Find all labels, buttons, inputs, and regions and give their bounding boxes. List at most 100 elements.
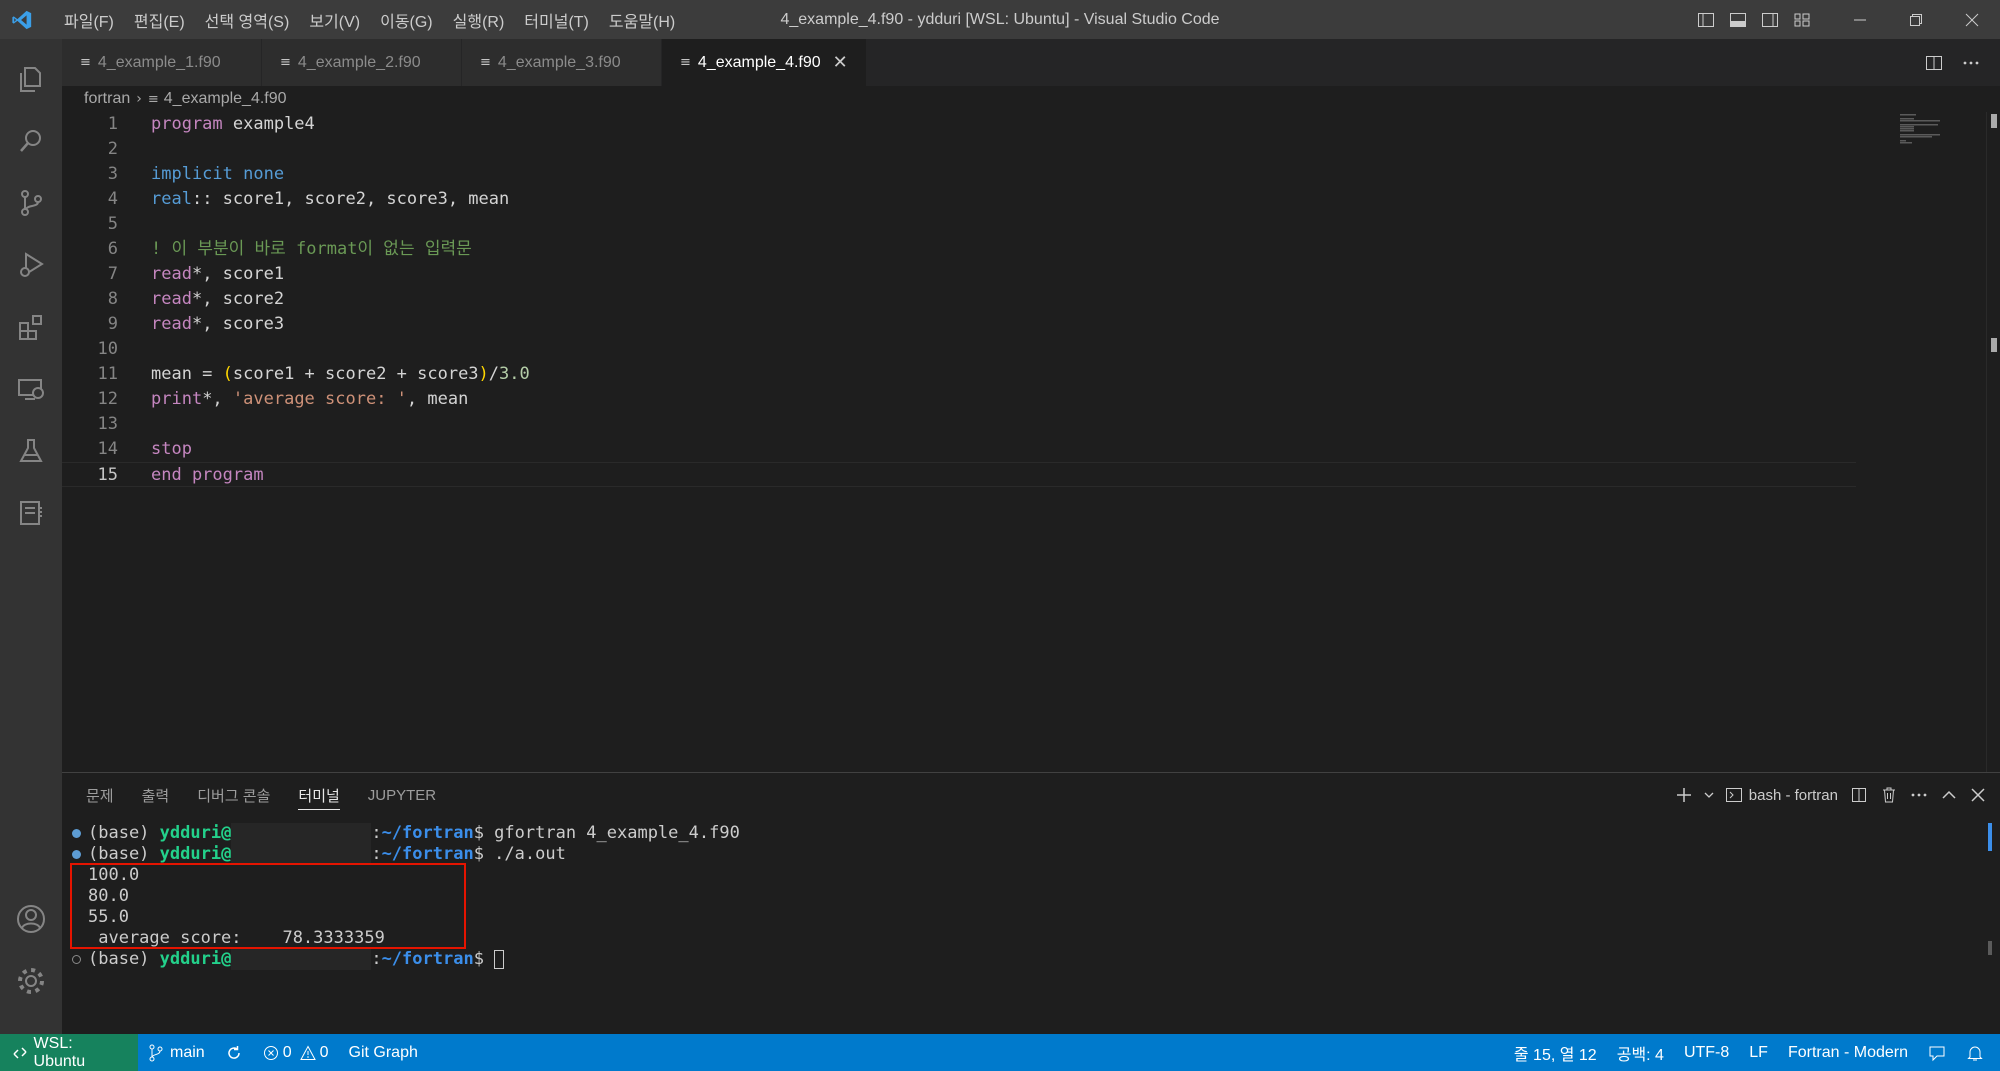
- tab-4-example-1[interactable]: ≡ 4_example_1.f90: [62, 39, 262, 86]
- minimize-icon[interactable]: [1832, 0, 1888, 39]
- code-line: 12 print*, 'average score: ', mean: [62, 387, 1856, 412]
- menu-help[interactable]: 도움말(H): [599, 8, 685, 32]
- redacted-hostname: [231, 949, 372, 970]
- branch-indicator[interactable]: main: [138, 1034, 215, 1071]
- breadcrumb-file[interactable]: 4_example_4.f90: [164, 90, 287, 108]
- warning-icon: [299, 1044, 316, 1060]
- tab-debug-console[interactable]: 디버그 콘솔: [183, 773, 284, 817]
- tab-4-example-4[interactable]: ≡ 4_example_4.f90 ✕: [662, 39, 867, 86]
- window-controls: [1690, 0, 2000, 39]
- tab-output[interactable]: 출력: [128, 773, 184, 817]
- remote-explorer-icon[interactable]: [0, 359, 62, 419]
- testing-icon[interactable]: [0, 421, 62, 481]
- close-tab-icon[interactable]: ✕: [833, 52, 848, 73]
- restore-icon[interactable]: [1888, 0, 1944, 39]
- toggle-secondary-sidebar-icon[interactable]: [1754, 0, 1786, 39]
- line-number: 9: [107, 314, 118, 334]
- kill-terminal-trash-icon[interactable]: [1874, 773, 1904, 817]
- explorer-icon[interactable]: [0, 49, 62, 109]
- end-of-line[interactable]: LF: [1739, 1034, 1778, 1071]
- command-success-dot-icon: [72, 850, 81, 859]
- chevron-down-icon[interactable]: [1699, 773, 1719, 817]
- line-number: 8: [107, 289, 118, 309]
- close-window-icon[interactable]: [1944, 0, 2000, 39]
- tab-4-example-3[interactable]: ≡ 4_example_3.f90: [462, 39, 662, 86]
- code-text: read*, score2: [151, 289, 285, 309]
- language-mode[interactable]: Fortran - Modern: [1778, 1034, 1918, 1071]
- toggle-primary-sidebar-icon[interactable]: [1690, 0, 1722, 39]
- close-panel-icon[interactable]: [1964, 773, 2000, 817]
- tab-problems[interactable]: 문제: [72, 773, 128, 817]
- code-text: read*, score3: [151, 314, 285, 334]
- breadcrumb: fortran › ≡ 4_example_4.f90: [62, 86, 2000, 112]
- jupyter-icon[interactable]: [0, 483, 62, 543]
- terminal-prompt-line: (base) ydduri@:~/fortran$: [88, 949, 505, 970]
- menu-run[interactable]: 실행(R): [443, 8, 515, 32]
- new-terminal-plus-icon[interactable]: [1669, 773, 1699, 817]
- tab-jupyter[interactable]: JUPYTER: [354, 773, 450, 817]
- code-editor[interactable]: 1 program example4 2 3 implicit none 4 real…: [62, 112, 2000, 772]
- menu-edit[interactable]: 편집(E): [124, 8, 195, 32]
- indentation[interactable]: 공백: 4: [1607, 1034, 1674, 1071]
- notifications-bell-icon[interactable]: [1956, 1034, 2000, 1071]
- customize-layout-icon[interactable]: [1786, 0, 1818, 39]
- line-number: 5: [107, 214, 118, 234]
- code-text: end program: [151, 465, 264, 485]
- toggle-panel-icon[interactable]: [1722, 0, 1754, 39]
- cursor-position[interactable]: 줄 15, 열 12: [1504, 1034, 1607, 1071]
- encoding[interactable]: UTF-8: [1674, 1034, 1739, 1071]
- minimap[interactable]: [1900, 112, 1980, 152]
- warning-count: 0: [319, 1043, 329, 1061]
- git-branch-icon: [149, 1044, 163, 1061]
- tab-4-example-2[interactable]: ≡ 4_example_2.f90: [262, 39, 462, 86]
- remote-indicator[interactable]: WSL: Ubuntu: [0, 1034, 138, 1071]
- accounts-icon[interactable]: [0, 889, 62, 949]
- sync-icon[interactable]: [215, 1034, 253, 1071]
- more-actions-icon[interactable]: [1954, 39, 1988, 86]
- terminal-output[interactable]: (base) ydduri@:~/fortran$ gfortran 4_exa…: [62, 823, 2000, 1033]
- menu-terminal[interactable]: 터미널(T): [514, 8, 599, 32]
- search-icon[interactable]: [0, 111, 62, 171]
- extensions-icon[interactable]: [0, 297, 62, 357]
- split-editor-icon[interactable]: [1917, 39, 1951, 86]
- code-line: 6 ! 이 부분이 바로 format이 없는 입력문: [62, 237, 1856, 262]
- run-debug-icon[interactable]: [0, 235, 62, 295]
- code-line: 14 stop: [62, 437, 1856, 462]
- code-line: 2: [62, 137, 1856, 162]
- terminal-line: (base) ydduri@:~/fortran$ ./a.out: [88, 844, 566, 865]
- source-control-icon[interactable]: [0, 173, 62, 233]
- split-terminal-icon[interactable]: [1844, 773, 1874, 817]
- manage-gear-icon[interactable]: [0, 951, 62, 1011]
- menu-file[interactable]: 파일(F): [54, 8, 124, 32]
- line-number: 1: [107, 114, 118, 134]
- problems-indicator[interactable]: 0 0: [253, 1034, 339, 1071]
- menu-view[interactable]: 보기(V): [299, 8, 370, 32]
- activity-bar: [0, 39, 62, 1034]
- code-line: 10: [62, 337, 1856, 362]
- terminal-cursor: [494, 949, 505, 969]
- editor-scrollbar[interactable]: [1986, 112, 2000, 772]
- line-number: 13: [97, 414, 118, 434]
- status-right: 줄 15, 열 12 공백: 4 UTF-8 LF Fortran - Mode…: [1504, 1034, 2000, 1071]
- error-count: 0: [282, 1043, 292, 1061]
- file-lines-icon: ≡: [280, 55, 291, 70]
- menu-selection[interactable]: 선택 영역(S): [195, 8, 300, 32]
- line-number: 2: [107, 139, 118, 159]
- terminal-selector[interactable]: bash - fortran: [1719, 773, 1844, 817]
- breadcrumb-folder[interactable]: fortran: [84, 90, 130, 108]
- code-line: 11 mean = (score1 + score2 + score3)/3.0: [62, 362, 1856, 387]
- status-bar: WSL: Ubuntu main 0 0 Git Graph 줄 15, 열 1…: [0, 1034, 2000, 1071]
- git-graph-button[interactable]: Git Graph: [339, 1034, 428, 1071]
- line-number: 10: [97, 339, 118, 359]
- tab-terminal[interactable]: 터미널: [284, 773, 353, 817]
- title-bar: 파일(F) 편집(E) 선택 영역(S) 보기(V) 이동(G) 실행(R) 터…: [0, 0, 2000, 39]
- tab-label: 4_example_2.f90: [297, 53, 421, 71]
- code-comment: ! 이 부분이 바로 format이 없는 입력문: [151, 239, 472, 259]
- feedback-icon[interactable]: [1918, 1034, 1956, 1071]
- terminal-line: (base) ydduri@:~/fortran$ gfortran 4_exa…: [88, 823, 740, 844]
- line-number: 14: [97, 439, 118, 459]
- more-actions-icon[interactable]: [1904, 773, 1934, 817]
- menu-go[interactable]: 이동(G): [370, 8, 443, 32]
- maximize-panel-chevron-up-icon[interactable]: [1934, 773, 1964, 817]
- code-text: read*, score1: [151, 264, 285, 284]
